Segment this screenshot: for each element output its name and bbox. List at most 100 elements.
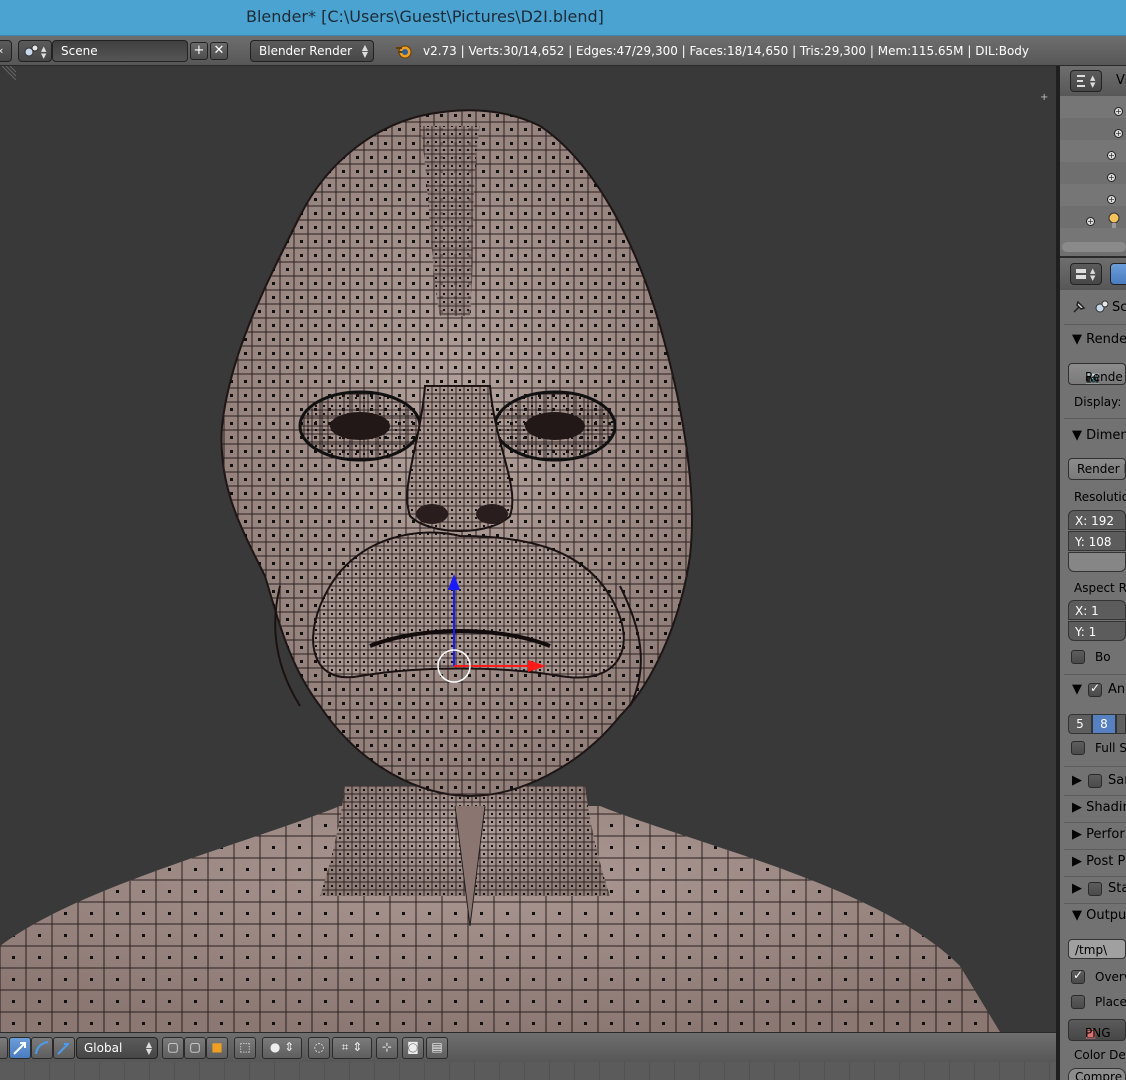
- 3d-viewport[interactable]: +: [0, 66, 1056, 1032]
- rotate-icon: [35, 1041, 49, 1055]
- context-scene-label: Sc: [1112, 300, 1126, 315]
- scene-browse-button[interactable]: ▲ ▼: [18, 40, 52, 62]
- aa-samples-more[interactable]: [1116, 714, 1126, 734]
- snap-element-select[interactable]: ⌗ ⇕: [332, 1037, 372, 1059]
- aspect-x-field[interactable]: X: 1: [1068, 600, 1126, 620]
- file-format-select[interactable]: ▣ PNG: [1068, 1019, 1126, 1041]
- expand-icon[interactable]: +: [1086, 217, 1095, 226]
- post-processing-panel-header[interactable]: ▶ Post Pr: [1072, 854, 1126, 869]
- viewport-plus-icon[interactable]: +: [1040, 92, 1052, 104]
- render-image-icon[interactable]: ◙: [402, 1037, 424, 1059]
- pin-icon[interactable]: [1070, 298, 1088, 316]
- expand-icon[interactable]: +: [1107, 173, 1116, 182]
- resolution-y-value: Y: 108: [1075, 535, 1112, 549]
- scene-statistics: v2.73 | Verts:30/14,652 | Edges:47/29,30…: [423, 44, 1029, 58]
- occlude-geometry-button[interactable]: ⬚: [234, 1037, 256, 1059]
- outliner-tree[interactable]: + + + + + +: [1060, 96, 1126, 256]
- sampled-panel-title: Sar: [1108, 773, 1126, 788]
- pivot-point-select[interactable]: ● ⇕: [262, 1037, 302, 1059]
- stamp-checkbox[interactable]: [1088, 882, 1102, 896]
- aspect-x-value: X: 1: [1075, 604, 1099, 618]
- resolution-label: Resolutio: [1074, 490, 1126, 504]
- editor-type-button[interactable]: ▲ ▼: [1070, 263, 1102, 285]
- sampled-motion-blur-checkbox[interactable]: [1088, 774, 1102, 788]
- output-panel-header[interactable]: ▼ Output: [1072, 908, 1126, 923]
- separator: [1064, 674, 1126, 675]
- sampled-motion-blur-panel[interactable]: ▶: [1072, 773, 1082, 788]
- antialias-panel-header[interactable]: ▼: [1072, 682, 1082, 697]
- aa-samples-5[interactable]: 5: [1068, 714, 1092, 734]
- render-engine-select[interactable]: Blender Render ▲ ▼: [250, 40, 374, 62]
- vertex-select-button[interactable]: ▢: [162, 1037, 184, 1059]
- render-panel-header[interactable]: ▼ Rende: [1072, 332, 1126, 347]
- snap-target-button[interactable]: ⊹: [376, 1037, 398, 1059]
- expand-icon[interactable]: +: [1114, 107, 1123, 116]
- outliner-scrollbar[interactable]: [1062, 242, 1126, 252]
- render-button[interactable]: 📷 Rende: [1068, 363, 1126, 385]
- aa-samples-8[interactable]: 8: [1092, 714, 1116, 734]
- output-panel-title: Output: [1086, 908, 1126, 923]
- expand-icon[interactable]: +: [1107, 195, 1116, 204]
- properties-header: ▲ ▼: [1060, 256, 1126, 290]
- border-checkbox[interactable]: [1071, 650, 1085, 664]
- blender-logo-icon: [396, 45, 412, 59]
- expand-icon[interactable]: +: [1114, 129, 1123, 138]
- scene-icon: ▲ ▼: [24, 44, 47, 60]
- scene-name-field[interactable]: Scene: [52, 40, 188, 62]
- face-select-button[interactable]: ■: [206, 1037, 228, 1059]
- antialias-checkbox[interactable]: [1088, 681, 1102, 697]
- separator: [1064, 324, 1126, 325]
- resolution-x-field[interactable]: X: 192: [1068, 510, 1126, 530]
- separator: [1064, 418, 1126, 419]
- render-engine-label: Blender Render: [259, 44, 353, 58]
- render-animation-icon[interactable]: ▤: [426, 1037, 448, 1059]
- stamp-panel-header[interactable]: ▶: [1072, 881, 1082, 896]
- dimensions-panel-header[interactable]: ▼ Dimen: [1072, 428, 1126, 443]
- separator: [1064, 766, 1126, 767]
- lamp-icon: [1108, 212, 1120, 228]
- transform-orientation-select[interactable]: Global ▲ ▼: [76, 1037, 158, 1059]
- outliner-icon: ▲ ▼: [1077, 74, 1096, 89]
- mode-select-button[interactable]: [0, 1037, 8, 1059]
- full-sample-checkbox[interactable]: [1071, 741, 1085, 755]
- compression-slider[interactable]: Compre: [1068, 1068, 1126, 1080]
- edge-select-button[interactable]: ▢: [184, 1037, 206, 1059]
- output-path-field[interactable]: /tmp\: [1068, 939, 1126, 959]
- rotate-manipulator-button[interactable]: [31, 1037, 53, 1059]
- performance-panel-header[interactable]: ▶ Perfor: [1072, 827, 1125, 842]
- properties-icon: ▲ ▼: [1076, 267, 1096, 282]
- render-button-label: Rende: [1085, 370, 1123, 384]
- shading-panel-header[interactable]: ▶ Shadin: [1072, 800, 1126, 815]
- resolution-y-field[interactable]: Y: 108: [1068, 531, 1126, 551]
- render-tab-icon[interactable]: [1110, 263, 1126, 285]
- add-scene-button[interactable]: +: [190, 42, 208, 60]
- expand-icon[interactable]: +: [1107, 151, 1116, 160]
- file-format-label: PNG: [1085, 1026, 1111, 1040]
- title-bar: Blender* [C:\Users\Guest\Pictures\D2I.bl…: [0, 0, 1126, 36]
- resolution-percentage-slider[interactable]: [1068, 552, 1126, 572]
- proportional-edit-button[interactable]: ◌: [308, 1037, 330, 1059]
- color-depth-label: Color Dep: [1074, 1048, 1126, 1062]
- scene-name: Scene: [61, 44, 98, 58]
- compression-label: Compre: [1075, 1070, 1123, 1080]
- separator: [1064, 795, 1126, 796]
- placeholders-checkbox[interactable]: [1071, 995, 1085, 1009]
- collapse-arrow-icon[interactable]: ‹: [0, 40, 12, 62]
- shading-panel-title: Shadin: [1086, 800, 1126, 815]
- timeline-strip[interactable]: [0, 1062, 1056, 1080]
- remove-scene-button[interactable]: ✕: [210, 42, 228, 60]
- separator: [1064, 903, 1126, 904]
- area-corner-icon[interactable]: [0, 66, 16, 82]
- dimensions-panel-title: Dimen: [1086, 428, 1126, 443]
- render-presets-button[interactable]: Render P: [1068, 458, 1126, 480]
- updown-icon: ▲ ▼: [361, 43, 368, 59]
- view3d-header: Global ▲ ▼ ▢ ▢ ■ ⬚ ● ⇕ ◌ ⌗ ⇕ ⊹ ◙ ▤: [0, 1032, 1056, 1062]
- editor-type-button[interactable]: ▲ ▼: [1070, 70, 1102, 92]
- scale-manipulator-button[interactable]: [53, 1037, 75, 1059]
- manipulator-toggle[interactable]: [9, 1037, 31, 1059]
- output-path-value: /tmp\: [1075, 943, 1108, 957]
- overwrite-checkbox[interactable]: [1071, 968, 1085, 984]
- aspect-y-field[interactable]: Y: 1: [1068, 621, 1126, 641]
- render-presets-label: Render P: [1077, 462, 1126, 476]
- scene-icon: [1095, 300, 1109, 313]
